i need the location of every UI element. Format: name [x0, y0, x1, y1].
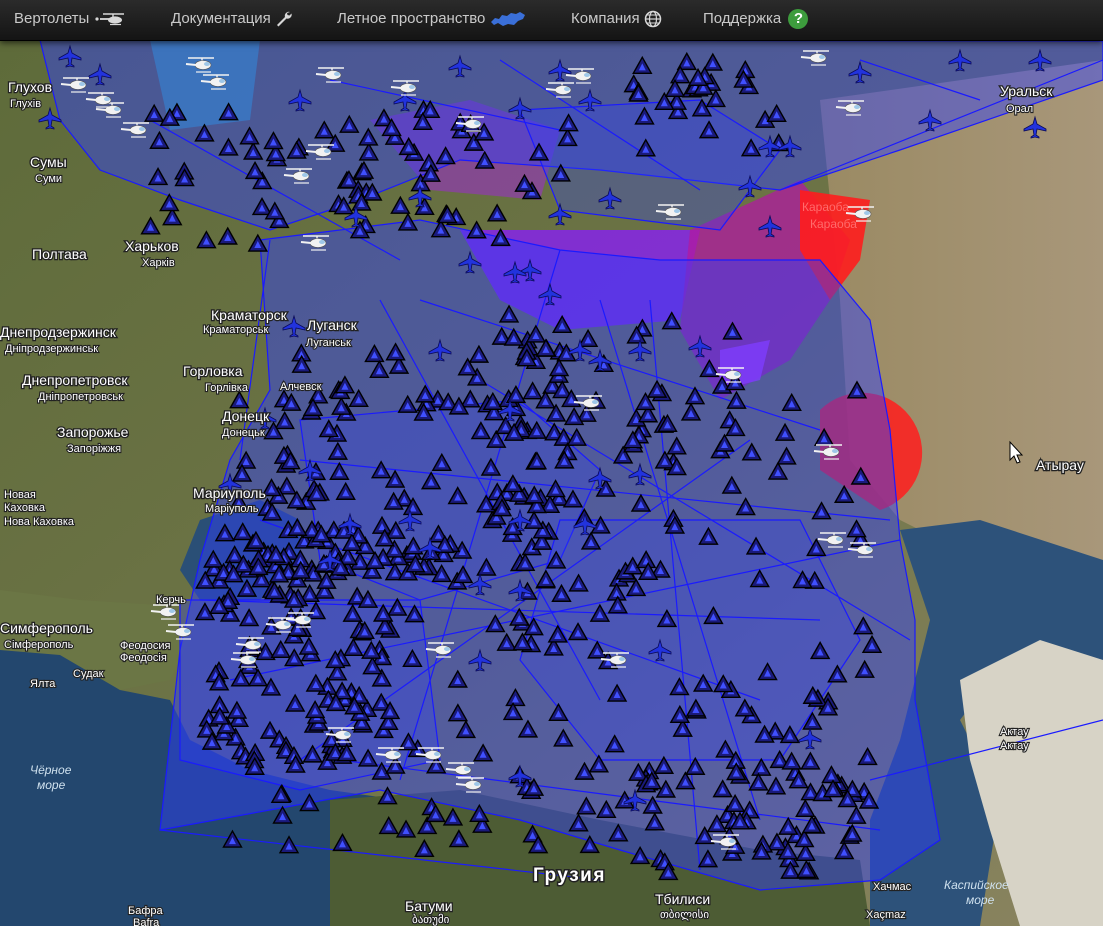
city-sublabel: Луганськ	[306, 337, 351, 349]
city-sublabel: Xaçmaz	[866, 909, 906, 921]
city-label: Бафра	[128, 905, 164, 917]
sea-label: море	[37, 778, 66, 792]
nav-documentation-label: Документация	[171, 10, 271, 28]
helicopter-icon	[94, 13, 124, 26]
city-label: Луганск	[307, 317, 358, 333]
city-sublabel: Глухів	[10, 98, 41, 110]
city-sublabel: Актау	[1000, 740, 1029, 752]
city-label: Керчь	[156, 594, 186, 606]
country-label: Грузия	[533, 865, 606, 886]
nav-airspace-label: Летное пространство	[337, 10, 486, 28]
city-sublabel: Харків	[142, 257, 175, 269]
city-sublabel: Дніпропетровськ	[38, 391, 123, 403]
city-sublabel: Маріуполь	[205, 503, 259, 515]
city-label: Каховка	[4, 502, 46, 514]
city-label: Симферополь	[0, 620, 93, 636]
nav-company[interactable]: Компания	[571, 0, 662, 40]
city-label: Актау	[1000, 726, 1029, 738]
city-label: Судак	[73, 668, 104, 680]
city-label: Сумы	[30, 154, 67, 170]
city-sublabel: Дніпродзержинськ	[5, 343, 98, 355]
map-canvas[interactable]: Глухов Глухів Сумы Суми Полтава Харьков Харків…	[0, 41, 1103, 926]
city-sublabel: Запоріжжя	[67, 443, 121, 455]
top-navbar: Вертолеты Документация Летное пространст…	[0, 0, 1103, 41]
city-label: Атырау	[1036, 457, 1084, 473]
city-sublabel: Нова Каховка	[4, 516, 75, 528]
nav-helicopters-label: Вертолеты	[14, 10, 90, 28]
city-sublabel: Bafra	[133, 917, 160, 926]
city-label: Днепродзержинск	[0, 324, 117, 340]
city-sublabel: Феодосія	[120, 652, 167, 664]
zone-label: Караоба	[810, 217, 857, 231]
zone-label: Караоба	[802, 200, 849, 214]
city-label: Феодосия	[120, 640, 171, 652]
city-sublabel: ბათუმი	[412, 913, 450, 926]
city-label: Донецк	[222, 408, 270, 424]
city-label: Алчевск	[280, 381, 322, 393]
city-sublabel: Горлівка	[205, 382, 249, 394]
russia-map-icon	[490, 12, 525, 27]
sea-label: море	[966, 893, 995, 907]
city-label: Батуми	[405, 898, 453, 914]
city-sublabel: Сімферополь	[4, 639, 74, 651]
city-label: Горловка	[183, 363, 243, 379]
nav-support[interactable]: Поддержка ?	[703, 0, 809, 40]
sea-label: Каспийское	[944, 878, 1009, 892]
city-label: Уральск	[1000, 83, 1053, 99]
city-label: Харьков	[125, 238, 179, 254]
city-label: Запорожье	[57, 424, 129, 440]
nav-company-label: Компания	[571, 10, 640, 28]
city-label: Краматорск	[211, 307, 288, 323]
city-sublabel: Донецьк	[222, 427, 265, 439]
nav-support-label: Поддержка	[703, 10, 782, 28]
help-icon: ?	[788, 9, 809, 30]
city-sublabel: Краматорськ	[203, 324, 268, 336]
city-sublabel: თბილისი	[660, 908, 709, 921]
nav-documentation[interactable]: Документация	[171, 0, 293, 40]
city-label: Мариуполь	[193, 485, 266, 501]
city-label: Тбилиси	[655, 891, 710, 907]
sea-label: Чёрное	[30, 763, 72, 777]
wrench-icon	[276, 11, 292, 27]
city-label: Днепропетровск	[22, 372, 128, 388]
city-sublabel: Орал	[1006, 103, 1033, 115]
city-label: Глухов	[8, 79, 52, 95]
city-label: Хачмас	[873, 881, 912, 893]
city-sublabel: Суми	[35, 173, 62, 185]
nav-helicopters[interactable]: Вертолеты	[14, 0, 126, 40]
city-label: Новая	[4, 489, 36, 501]
city-label: Ялта	[30, 678, 56, 690]
city-label: Полтава	[32, 246, 87, 262]
nav-airspace[interactable]: Летное пространство	[337, 0, 526, 40]
globe-icon	[644, 10, 662, 28]
